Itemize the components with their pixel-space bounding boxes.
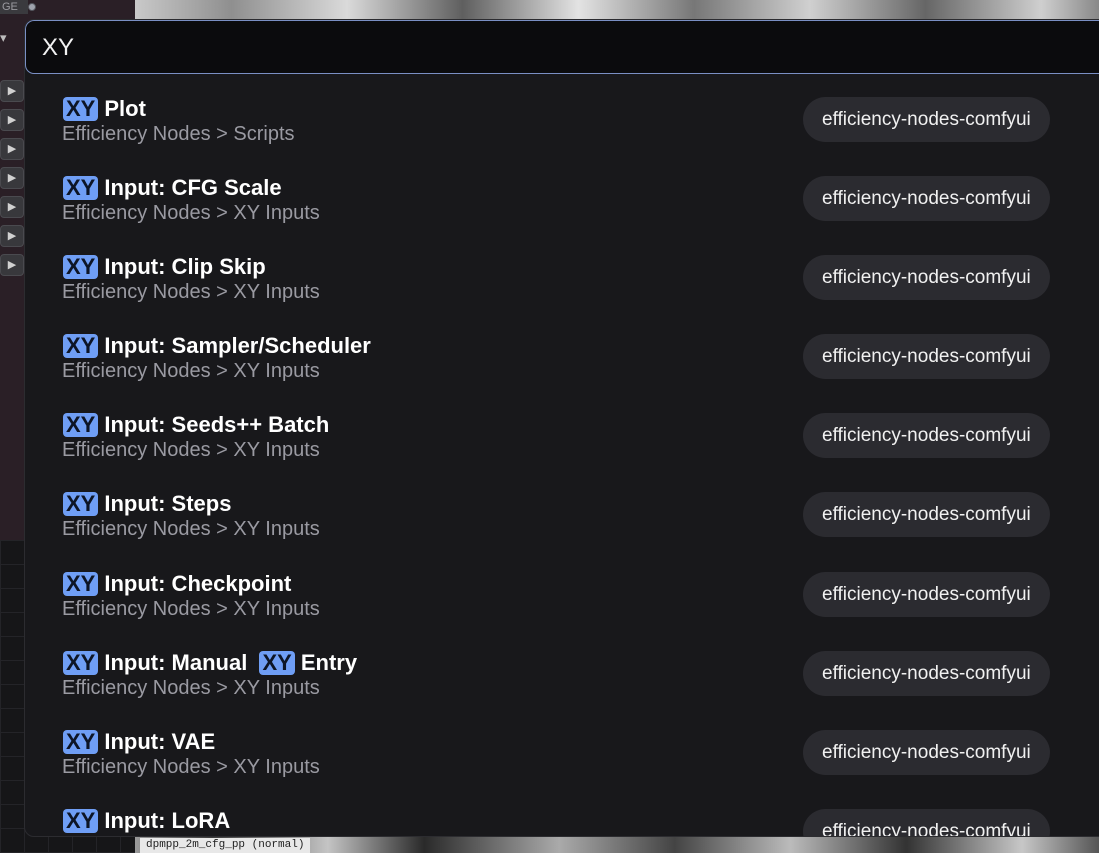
play-icon[interactable]: ▶ — [0, 225, 24, 247]
search-result-item[interactable]: XY Input: Sampler/Scheduler Efficiency No… — [25, 317, 1099, 396]
node-widget-stack: ▶ ▶ ▶ ▶ ▶ ▶ ▶ — [0, 80, 24, 283]
result-category: Efficiency Nodes > XY Inputs — [62, 755, 320, 778]
match-highlight: XY — [259, 650, 295, 675]
match-highlight: XY — [63, 729, 99, 754]
play-icon[interactable]: ▶ — [0, 196, 24, 218]
result-title: XY Input: VAE — [63, 728, 215, 756]
node-search-dialog: XYPlot Efficiency Nodes > Scripts effici… — [24, 19, 1099, 837]
search-result-item[interactable]: XY Input: CFG Scale Efficiency Nodes > XY… — [25, 159, 1099, 238]
result-category: Efficiency Nodes > XY Inputs — [62, 518, 320, 541]
node-output-dot[interactable] — [28, 3, 36, 11]
result-category: Efficiency Nodes > Scripts — [62, 123, 295, 145]
result-title: XY Input: CFG Scale — [63, 174, 282, 202]
node-pack-badge: efficiency-nodes-comfyui — [803, 492, 1050, 538]
result-title: XY Plot — [63, 95, 146, 123]
result-title-text: Input: Checkpoint — [104, 570, 292, 596]
result-title-text: Input: Clip Skip — [104, 254, 266, 280]
result-category: Efficiency Nodes > XY Inputs — [62, 360, 320, 383]
chevron-down-icon[interactable]: ▾ — [0, 31, 7, 44]
node-pack-badge: efficiency-nodes-comfyui — [803, 729, 1050, 775]
match-highlight: XY — [63, 571, 99, 596]
result-category: Efficiency Nodes > XY Inputs — [62, 834, 320, 836]
match-highlight: XY — [63, 808, 99, 833]
node-pack-badge: efficiency-nodes-comfyui — [803, 808, 1050, 836]
result-category: Efficiency Nodes > XY Inputs — [62, 202, 320, 225]
node-pack-badge: efficiency-nodes-comfyui — [803, 334, 1050, 380]
result-title: XY Input: Sampler/Scheduler — [63, 332, 371, 360]
search-result-item[interactable]: XY Plot Efficiency Nodes > Scripts effici… — [25, 80, 1099, 159]
node-pack-badge: efficiency-nodes-comfyui — [803, 413, 1050, 459]
result-title-text: Input: Steps — [104, 491, 232, 517]
play-icon[interactable]: ▶ — [0, 138, 24, 160]
result-category: Efficiency Nodes > XY Inputs — [62, 597, 320, 620]
search-result-item[interactable]: XY Input: Seeds++ Batch Efficiency Nodes … — [25, 396, 1099, 475]
search-box — [25, 20, 1099, 74]
node-pack-badge: efficiency-nodes-comfyui — [803, 97, 1050, 142]
search-result-item[interactable]: XY Input: VAE Efficiency Nodes > XY Input… — [25, 713, 1099, 792]
search-result-item[interactable]: XYInput: LoRA Efficiency Nodes > XY Inpu… — [25, 792, 1099, 836]
node-pack-badge: efficiency-nodes-comfyui — [803, 176, 1050, 222]
result-title-tail: Entry — [300, 649, 358, 675]
match-highlight: XY — [63, 492, 99, 517]
match-highlight: XY — [63, 255, 99, 280]
match-highlight: XY — [63, 413, 99, 438]
search-input[interactable] — [42, 29, 1042, 67]
node-pack-badge: efficiency-nodes-comfyui — [803, 255, 1050, 301]
result-title-text: Input: Manual — [104, 649, 248, 675]
result-title-text: Input: CFG Scale — [104, 175, 282, 201]
result-category: Efficiency Nodes > XY Inputs — [62, 439, 320, 462]
result-title: XY Input: Clip Skip — [63, 253, 266, 281]
result-title: XY Input: Seeds++ Batch — [63, 411, 329, 439]
result-category: Efficiency Nodes > XY Inputs — [62, 676, 320, 699]
result-title: XY Input: Steps — [63, 490, 231, 518]
match-highlight: XY — [63, 97, 99, 121]
preview-caption: dpmpp_2m_cfg_pp (normal) — [140, 838, 311, 853]
node-pack-badge: efficiency-nodes-comfyui — [803, 571, 1050, 617]
node-pack-badge: efficiency-nodes-comfyui — [803, 650, 1050, 696]
match-highlight: XY — [63, 650, 99, 675]
search-result-item[interactable]: XY Input: Steps Efficiency Nodes > XY Inp… — [25, 475, 1099, 554]
result-title: XY Input: LoRA — [63, 807, 230, 835]
play-icon[interactable]: ▶ — [0, 109, 24, 131]
result-category: Efficiency Nodes > XY Inputs — [62, 281, 320, 304]
result-title-text: Input: LoRA — [104, 807, 231, 833]
result-title-text: Input: VAE — [104, 728, 216, 754]
match-highlight: XY — [63, 334, 99, 359]
result-title-text: Input: Sampler/Scheduler — [104, 333, 371, 359]
play-icon[interactable]: ▶ — [0, 167, 24, 189]
result-title: XY Input: Manual XY Entry — [63, 649, 357, 677]
play-icon[interactable]: ▶ — [0, 80, 24, 102]
result-title-text: Plot — [104, 96, 146, 121]
match-highlight: XY — [63, 176, 99, 201]
search-result-item[interactable]: XY Input: Clip Skip Efficiency Nodes > XY… — [25, 238, 1099, 317]
search-results-list: XY Plot Efficiency Nodes > Scripts effici… — [25, 80, 1099, 836]
result-title: XY Input: Checkpoint — [63, 570, 291, 598]
search-result-item[interactable]: XY Input: Checkpoint Efficiency Nodes > X… — [25, 555, 1099, 634]
search-result-item[interactable]: XY Input: Manual XY Entry Efficiency Nodes… — [25, 634, 1099, 713]
node-label-chip: GE — [0, 0, 28, 14]
result-title-text: Input: Seeds++ Batch — [104, 412, 330, 438]
play-icon[interactable]: ▶ — [0, 254, 24, 276]
